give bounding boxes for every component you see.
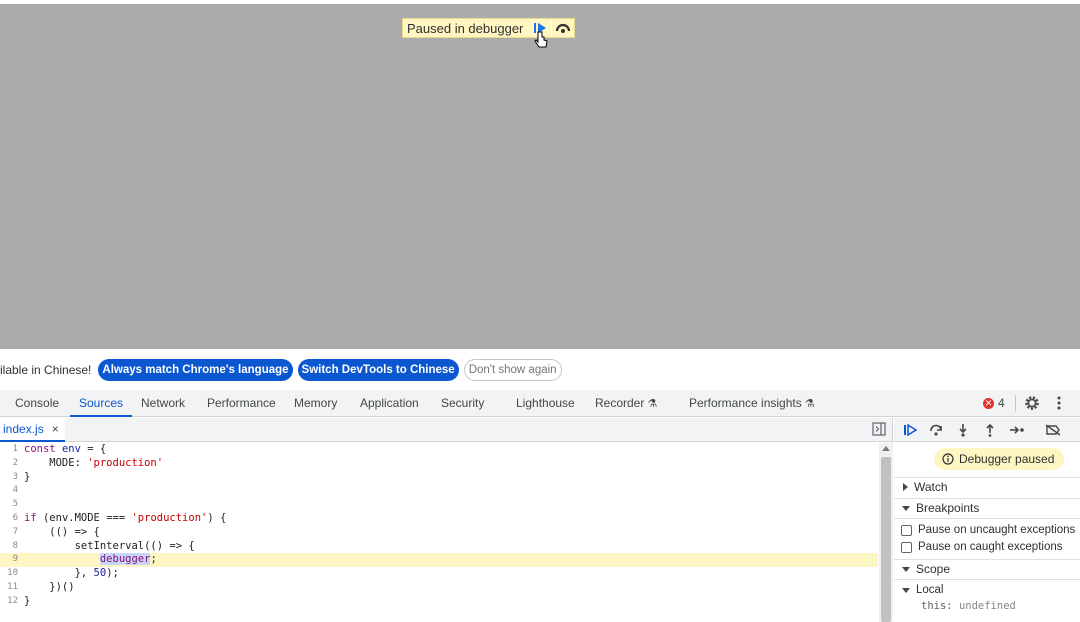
step-into-icon[interactable]	[954, 422, 972, 438]
watch-label: Watch	[914, 480, 948, 494]
file-tab-label: index.js	[3, 422, 44, 436]
error-counter[interactable]: ✕ 4	[983, 396, 1005, 410]
collapse-triangle-icon	[902, 505, 910, 511]
settings-gear-icon[interactable]	[1024, 395, 1040, 414]
infobar-message: ilable in Chinese!	[0, 363, 92, 377]
step-over-icon[interactable]	[552, 19, 574, 37]
info-icon	[942, 453, 954, 465]
pause-caught-checkbox[interactable]: Pause on caught exceptions	[901, 541, 1063, 553]
error-icon: ✕	[983, 397, 994, 409]
paused-label: Paused in debugger	[407, 20, 524, 36]
code-line: 10 }, 50);	[7, 567, 119, 580]
tab-security[interactable]: Security	[441, 390, 484, 417]
tab-memory[interactable]: Memory	[294, 390, 337, 417]
breakpoints-section-header[interactable]: Breakpoints	[894, 498, 1080, 518]
tab-network[interactable]: Network	[141, 390, 185, 417]
code-line: 6 if (env.MODE === 'production') {	[12, 511, 227, 524]
devtools-tab-strip: Console Sources Network Performance Memo…	[0, 390, 1080, 417]
code-line: 7 (() => {	[12, 525, 100, 538]
tab-recorder-label: Recorder	[595, 396, 645, 410]
scope-section-header[interactable]: Scope	[894, 559, 1080, 579]
expand-triangle-icon	[903, 483, 908, 491]
toggle-sidebar-icon[interactable]	[872, 422, 886, 439]
code-line: 8 setInterval(() => {	[12, 539, 195, 552]
file-tab-index-js[interactable]: index.js ×	[0, 418, 65, 442]
language-infobar: ilable in Chinese! Always match Chrome's…	[0, 355, 1080, 385]
code-line: 4	[12, 485, 18, 496]
code-line: 3}	[12, 470, 31, 483]
checkbox-box[interactable]	[901, 524, 912, 536]
scope-variable-this: this: undefined	[921, 600, 1016, 612]
step-icon[interactable]	[1008, 422, 1026, 438]
tab-recorder[interactable]: Recorder ⚗	[595, 390, 657, 417]
close-tab-icon[interactable]: ×	[52, 422, 59, 436]
local-scope-header[interactable]: Local	[894, 582, 1080, 598]
tab-console[interactable]: Console	[15, 390, 59, 417]
tab-performance-insights[interactable]: Performance insights ⚗	[689, 390, 815, 417]
code-line: 5	[12, 499, 18, 510]
experiment-flask-icon: ⚗	[647, 398, 658, 410]
local-label: Local	[916, 584, 944, 596]
watch-section-header[interactable]: Watch	[894, 477, 1080, 497]
always-match-language-button[interactable]: Always match Chrome's language	[98, 359, 293, 381]
resume-icon[interactable]	[901, 422, 919, 438]
tab-lighthouse[interactable]: Lighthouse	[516, 390, 575, 417]
tab-performance-insights-label: Performance insights	[689, 396, 802, 410]
dont-show-again-button[interactable]: Don't show again	[463, 359, 562, 381]
variable-name: this:	[921, 600, 953, 612]
collapse-triangle-icon	[902, 566, 910, 572]
checkbox-box[interactable]	[901, 541, 912, 553]
switch-to-chinese-button[interactable]: Switch DevTools to Chinese	[297, 359, 459, 381]
code-area[interactable]: 1 const env = { 2 MODE: 'production' 3} 4…	[0, 443, 878, 622]
scrollbar-thumb[interactable]	[881, 457, 891, 622]
debugger-paused-badge: Debugger paused	[934, 448, 1065, 470]
breakpoints-label: Breakpoints	[916, 501, 980, 515]
tab-sources[interactable]: Sources	[70, 390, 133, 417]
code-line: 11 })()	[7, 580, 75, 593]
debugger-toolbar	[894, 418, 1080, 442]
source-editor: index.js × 1 const env = { 2 MODE: 'produ…	[0, 418, 893, 622]
tab-application[interactable]: Application	[360, 390, 419, 417]
debugger-paused-label: Debugger paused	[959, 452, 1055, 466]
scope-label: Scope	[916, 562, 951, 576]
pause-uncaught-label: Pause on uncaught exceptions	[918, 524, 1076, 536]
pause-caught-label: Pause on caught exceptions	[918, 541, 1063, 553]
step-out-icon[interactable]	[981, 422, 999, 438]
variable-value: undefined	[958, 600, 1016, 612]
code-line: 2 MODE: 'production'	[12, 456, 164, 469]
hand-cursor-icon	[534, 31, 548, 54]
deactivate-breakpoints-icon[interactable]	[1044, 422, 1062, 438]
scroll-up-arrow-icon[interactable]	[882, 446, 890, 451]
code-line: 12}	[7, 594, 31, 607]
pause-uncaught-checkbox[interactable]: Pause on uncaught exceptions	[901, 524, 1075, 536]
paused-in-debugger-overlay: Paused in debugger	[402, 18, 576, 38]
page-viewport: Paused in debugger	[0, 0, 1080, 349]
code-line: 1 const env = {	[12, 443, 107, 455]
paused-code-line: 9 debugger;	[0, 553, 878, 568]
error-count: 4	[998, 396, 1005, 410]
step-over-icon[interactable]	[927, 422, 945, 438]
collapse-triangle-icon	[902, 587, 910, 593]
debugger-sidebar: Debugger paused Watch Breakpoints Pause …	[894, 418, 1080, 622]
experiment-flask-icon: ⚗	[804, 398, 815, 410]
tab-performance[interactable]: Performance	[207, 390, 276, 417]
editor-file-tabs: index.js ×	[0, 418, 892, 442]
editor-scrollbar[interactable]	[879, 443, 893, 622]
more-options-icon[interactable]	[1054, 395, 1064, 414]
